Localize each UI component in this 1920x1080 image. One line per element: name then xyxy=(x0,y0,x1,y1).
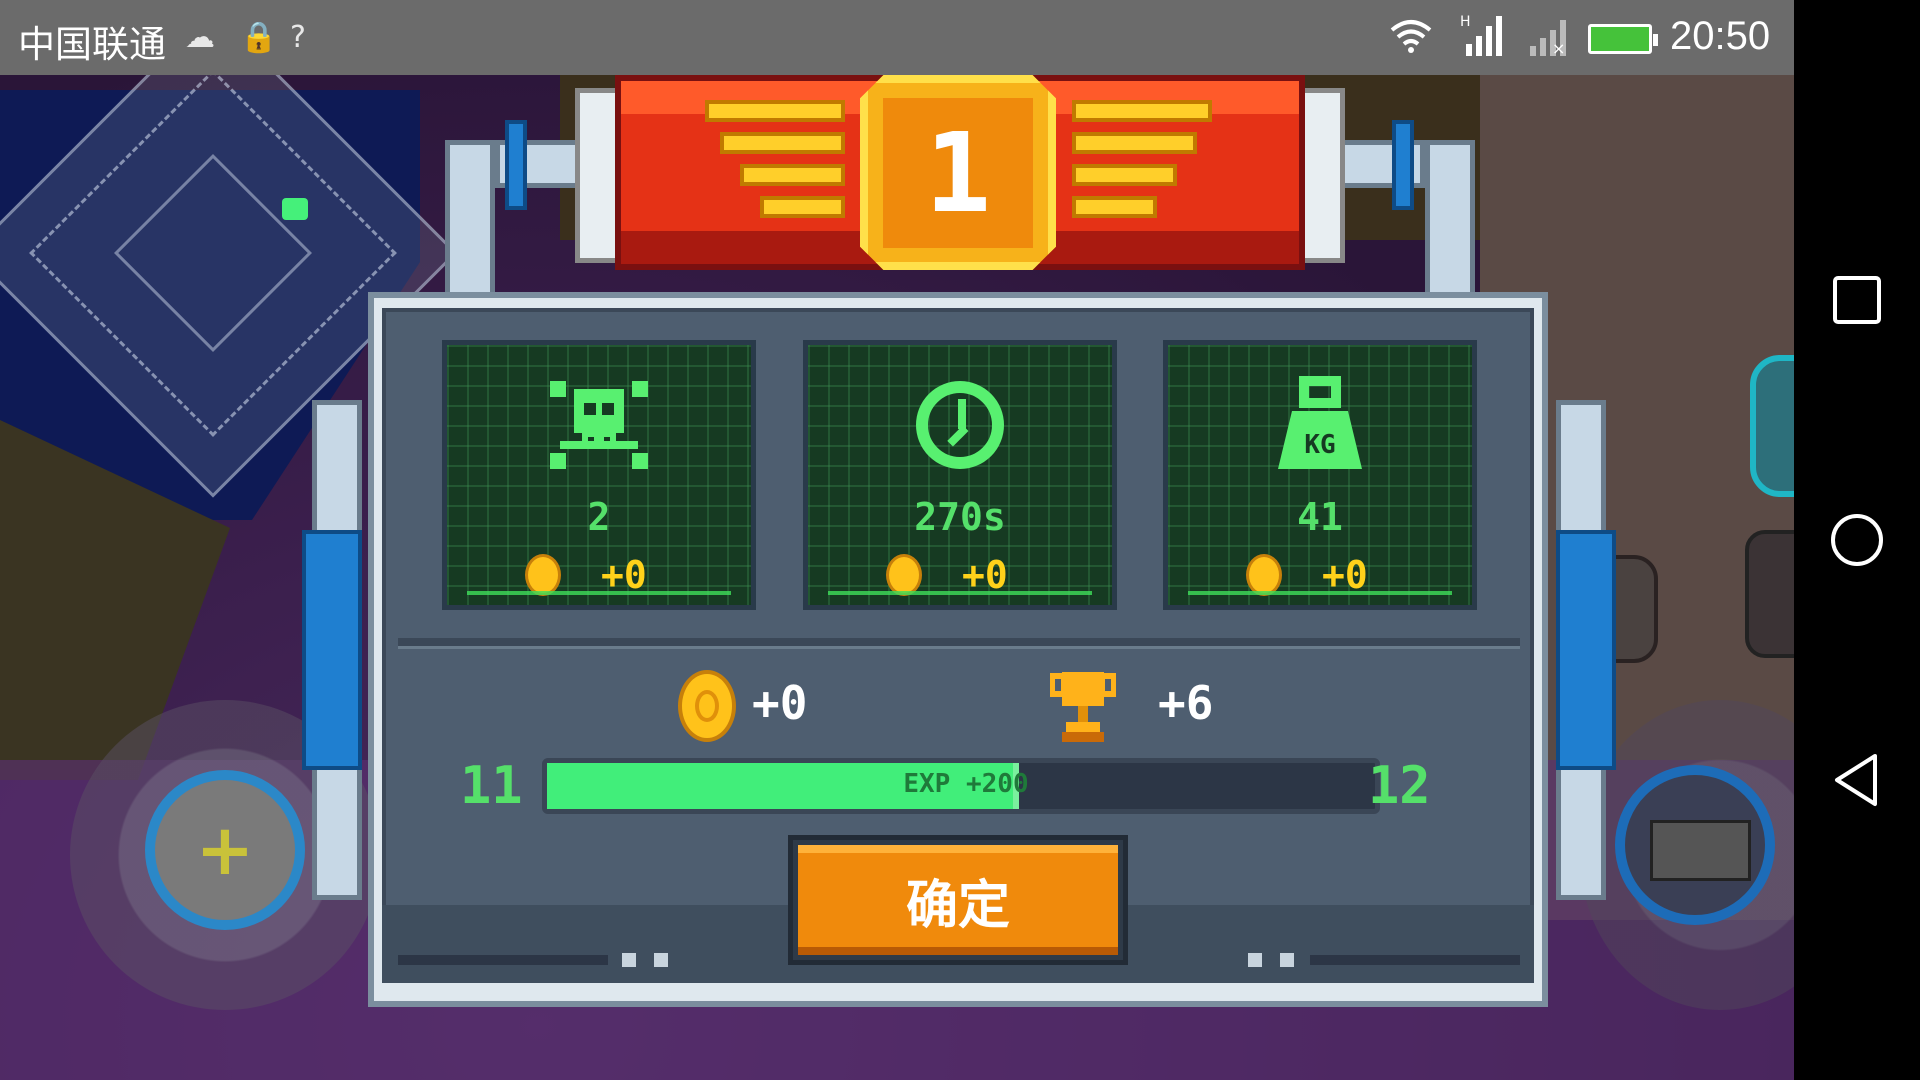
exp-label: EXP +200 xyxy=(903,769,1029,799)
weight-reward: +0 xyxy=(1246,553,1368,597)
time-coin-reward: +0 xyxy=(962,553,1008,597)
recents-button[interactable] xyxy=(1829,272,1885,328)
decor-line xyxy=(398,955,608,965)
total-coin-reward: +0 xyxy=(752,676,808,730)
coin-icon xyxy=(525,554,561,596)
decor-dot xyxy=(622,953,636,967)
frame-clamp xyxy=(1392,120,1414,210)
signal-none-icon: × xyxy=(1530,20,1566,56)
weapon-icon[interactable] xyxy=(1650,820,1751,881)
time-reward: +0 xyxy=(886,553,1008,597)
time-value: 270s xyxy=(914,495,1006,539)
frame-clamp xyxy=(302,530,362,770)
coin-icon xyxy=(886,554,922,596)
frame-clamp xyxy=(505,120,527,210)
frame-pipe xyxy=(445,140,495,300)
wing-icon xyxy=(760,196,845,218)
kills-card: 2 +0 xyxy=(442,340,756,610)
minimap-player-icon xyxy=(282,198,308,220)
trophy-reward: +6 xyxy=(1158,676,1214,730)
wifi-icon xyxy=(1390,20,1432,53)
back-button[interactable] xyxy=(1829,752,1885,808)
skull-crossbones-icon xyxy=(447,375,751,497)
clock: 20:50 xyxy=(1670,14,1771,58)
frame-clamp xyxy=(1556,530,1616,770)
wifi-question-icon: ? xyxy=(290,20,306,55)
weather-icon: ☁ xyxy=(185,20,215,55)
kills-coin-reward: +0 xyxy=(601,553,647,597)
weight-icon-label: KG xyxy=(1304,430,1335,460)
lock-icon: 🔒 xyxy=(240,20,278,55)
coin-icon xyxy=(1246,554,1282,596)
svg-text:H: H xyxy=(1460,14,1471,30)
wing-icon xyxy=(1072,100,1212,122)
status-bar: 中国联通 ☁ 🔒 ? H × 20:50 xyxy=(0,0,1794,75)
rank-medal: 1 xyxy=(860,75,1056,270)
wing-icon xyxy=(705,100,845,122)
battery-icon xyxy=(1588,24,1658,54)
home-button[interactable] xyxy=(1829,512,1885,568)
kills-value: 2 xyxy=(587,495,611,539)
coin-icon xyxy=(678,670,736,742)
navigation-bar xyxy=(1794,0,1920,1080)
clock-icon xyxy=(808,375,1112,497)
wing-icon xyxy=(720,132,845,154)
wing-icon xyxy=(740,164,845,186)
decor-line xyxy=(1310,955,1520,965)
weight-card: KG 41 +0 xyxy=(1163,340,1477,610)
wing-icon xyxy=(1072,132,1197,154)
time-card: 270s +0 xyxy=(803,340,1117,610)
wing-icon xyxy=(1072,164,1177,186)
exp-progress-bar: EXP +200 xyxy=(542,758,1380,814)
decor-dot xyxy=(1280,953,1294,967)
carrier-label: 中国联通 xyxy=(18,23,166,66)
weight-coin-reward: +0 xyxy=(1322,553,1368,597)
signal-icon: H xyxy=(1460,14,1502,56)
divider xyxy=(398,638,1520,649)
kills-reward: +0 xyxy=(525,553,647,597)
decor-dot xyxy=(654,953,668,967)
svg-text:×: × xyxy=(1552,39,1565,56)
trophy-icon xyxy=(1050,672,1116,742)
move-joystick-knob[interactable]: + xyxy=(145,770,305,930)
current-level: 11 xyxy=(460,756,523,816)
frame-pipe xyxy=(1425,140,1475,300)
next-level: 12 xyxy=(1368,756,1431,816)
decor-dot xyxy=(1248,953,1262,967)
weight-value: 41 xyxy=(1297,495,1343,539)
weight-icon: KG xyxy=(1168,375,1472,497)
confirm-button[interactable]: 确定 xyxy=(798,845,1118,955)
wing-icon xyxy=(1072,196,1157,218)
rank-number: 1 xyxy=(883,97,1033,248)
